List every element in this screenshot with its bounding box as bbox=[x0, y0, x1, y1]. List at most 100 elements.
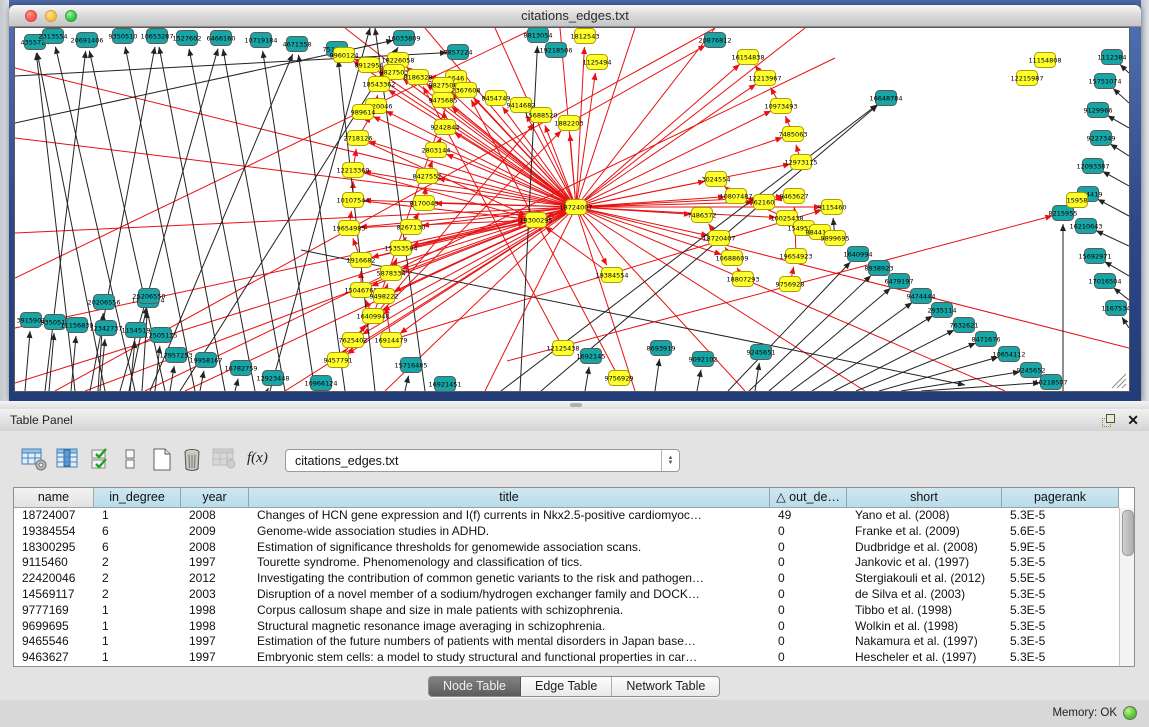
graph-node[interactable]: 10688609 bbox=[715, 251, 748, 266]
function-builder-icon[interactable]: f(x) bbox=[247, 450, 268, 467]
table-row[interactable]: 977716911998Corpus callosum shape and si… bbox=[14, 603, 1134, 619]
network-select[interactable]: citations_edges.txt ▲▼ bbox=[285, 449, 680, 472]
graph-node[interactable]: 8813054 bbox=[524, 28, 553, 43]
table-row[interactable]: 1938455462009Genome-wide association stu… bbox=[14, 524, 1134, 540]
table-settings-icon[interactable] bbox=[21, 448, 48, 471]
graph-node[interactable]: 2718126 bbox=[344, 131, 373, 146]
column-header[interactable]: in_degree bbox=[94, 488, 181, 508]
float-panel-icon[interactable] bbox=[1102, 414, 1115, 426]
table-row[interactable]: 2242004622012Investigating the contribut… bbox=[14, 571, 1134, 587]
graph-node[interactable]: 8471676 bbox=[972, 332, 1001, 347]
graph-node[interactable]: 10107544 bbox=[336, 193, 369, 208]
network-view[interactable]: 1872400718300295435572423135542069140693… bbox=[14, 27, 1130, 392]
graph-node[interactable]: 7485063 bbox=[779, 127, 808, 142]
graph-node[interactable]: 8267130 bbox=[397, 220, 426, 235]
tab-network-table[interactable]: Network Table bbox=[612, 677, 719, 696]
graph-node[interactable]: 2313554 bbox=[39, 29, 68, 44]
graph-node[interactable]: 989614 bbox=[351, 105, 376, 120]
table-scrollbar-thumb[interactable] bbox=[1122, 510, 1134, 556]
graph-node[interactable]: 12923448 bbox=[256, 371, 289, 386]
column-header[interactable]: year bbox=[181, 488, 249, 508]
graph-node[interactable]: 9242844 bbox=[431, 120, 460, 135]
graph-node[interactable]: 7625402 bbox=[339, 333, 368, 348]
table-row[interactable]: 911546021997Tourette syndrome. Phenomeno… bbox=[14, 555, 1134, 571]
graph-node[interactable]: 12213967 bbox=[748, 71, 781, 86]
graph-node[interactable]: 12213369 bbox=[336, 163, 369, 178]
graph-node[interactable]: 16154838 bbox=[731, 50, 764, 65]
resize-grip[interactable] bbox=[1109, 371, 1127, 389]
rows-icon[interactable] bbox=[124, 448, 137, 470]
graph-node[interactable]: 17957253 bbox=[159, 348, 192, 363]
graph-node[interactable]: 19218506 bbox=[539, 43, 572, 58]
graph-node[interactable]: 8170043 bbox=[410, 196, 439, 211]
graph-node[interactable]: 1640994 bbox=[844, 247, 873, 262]
graph-node[interactable]: 15692971 bbox=[1078, 249, 1111, 264]
graph-node[interactable]: 9245652 bbox=[1017, 363, 1046, 378]
graph-node[interactable]: 3024554 bbox=[702, 172, 731, 187]
graph-node[interactable]: 6466160 bbox=[207, 31, 236, 46]
graph-node[interactable]: 9115460 bbox=[818, 200, 847, 215]
graph-node[interactable]: 10654112 bbox=[992, 347, 1025, 362]
graph-node[interactable]: 7632621 bbox=[950, 318, 979, 333]
splitter-handle[interactable] bbox=[570, 403, 582, 407]
graph-node[interactable]: 8693919 bbox=[647, 341, 676, 356]
graph-node[interactable]: 20691406 bbox=[70, 33, 103, 48]
graph-node[interactable]: 19654923 bbox=[779, 249, 812, 264]
graph-node[interactable]: 1167534 bbox=[1102, 301, 1129, 316]
new-table-icon[interactable] bbox=[152, 448, 173, 471]
graph-node[interactable]: 5878334 bbox=[377, 266, 406, 281]
table-row[interactable]: 946554611997Estimation of the future num… bbox=[14, 634, 1134, 650]
table-row[interactable]: 1830029562008Estimation of significance … bbox=[14, 540, 1134, 556]
graph-node[interactable]: 17016504 bbox=[1088, 274, 1121, 289]
graph-node[interactable]: 9227349 bbox=[1087, 131, 1116, 146]
tab-node-table[interactable]: Node Table bbox=[429, 677, 521, 696]
table-row[interactable]: 1456911722003Disruption of a novel membe… bbox=[14, 587, 1134, 603]
graph-node[interactable]: 10653287 bbox=[140, 29, 173, 44]
graph-node[interactable]: 15958 bbox=[1067, 193, 1088, 208]
graph-node[interactable]: 1692145 bbox=[577, 349, 606, 364]
graph-node[interactable]: 9756929 bbox=[605, 371, 634, 386]
graph-node[interactable]: 2367608 bbox=[452, 83, 481, 98]
graph-node[interactable]: 16782759 bbox=[224, 361, 257, 376]
graph-node[interactable]: 7857224 bbox=[444, 45, 473, 60]
graph-node[interactable]: 15751074 bbox=[1088, 74, 1121, 89]
column-header[interactable]: △ out_de… bbox=[770, 488, 847, 508]
graph-node[interactable]: 9463627 bbox=[780, 189, 809, 204]
graph-node[interactable]: 9475685 bbox=[429, 93, 458, 108]
graph-node[interactable]: 9960124 bbox=[330, 48, 359, 63]
panel-splitter[interactable] bbox=[0, 401, 1149, 409]
graph-node[interactable]: 9899695 bbox=[821, 231, 850, 246]
graph-node[interactable]: 10719184 bbox=[244, 33, 277, 48]
column-header[interactable]: title bbox=[249, 488, 770, 508]
citation-network-graph[interactable]: 1872400718300295435572423135542069140693… bbox=[15, 28, 1129, 391]
graph-node[interactable]: 9474444 bbox=[907, 289, 936, 304]
table-row[interactable]: 969969511998Structural magnetic resonanc… bbox=[14, 619, 1134, 635]
graph-node[interactable]: 6479197 bbox=[885, 274, 914, 289]
graph-node[interactable]: 1916682 bbox=[347, 253, 376, 268]
graph-node[interactable]: 16921451 bbox=[428, 377, 461, 392]
column-header[interactable]: short bbox=[847, 488, 1002, 508]
graph-node[interactable]: 9457791 bbox=[324, 353, 353, 368]
graph-node[interactable]: 16033809 bbox=[387, 31, 420, 46]
column-visibility-icon[interactable] bbox=[56, 448, 79, 469]
row-selection-icon[interactable] bbox=[90, 448, 110, 470]
table-scrollbar[interactable] bbox=[1119, 508, 1134, 666]
graph-node[interactable]: 9498222 bbox=[370, 289, 399, 304]
graph-node[interactable]: 1812543 bbox=[571, 29, 600, 44]
memory-status-indicator[interactable] bbox=[1123, 706, 1137, 720]
graph-node[interactable]: 8427552 bbox=[413, 169, 442, 184]
column-header[interactable]: name bbox=[14, 488, 94, 508]
graph-node[interactable]: 12973115 bbox=[784, 155, 817, 170]
graph-node[interactable]: 18720407 bbox=[702, 231, 735, 246]
graph-node[interactable]: 9092102 bbox=[689, 352, 718, 367]
graph-node[interactable]: 1112384 bbox=[1098, 50, 1127, 65]
graph-node[interactable]: 2803144 bbox=[422, 143, 451, 158]
graph-node[interactable]: 16914479 bbox=[374, 333, 407, 348]
tab-edge-table[interactable]: Edge Table bbox=[521, 677, 612, 696]
graph-node[interactable]: 9129966 bbox=[1084, 103, 1113, 118]
graph-node[interactable]: 1882203 bbox=[555, 116, 584, 131]
graph-node[interactable]: 9756928 bbox=[776, 277, 805, 292]
graph-node[interactable]: 7486372 bbox=[688, 208, 717, 223]
table-row[interactable]: 1872400712008Changes of HCN gene express… bbox=[14, 508, 1134, 524]
graph-node[interactable]: 8938923 bbox=[865, 261, 894, 276]
